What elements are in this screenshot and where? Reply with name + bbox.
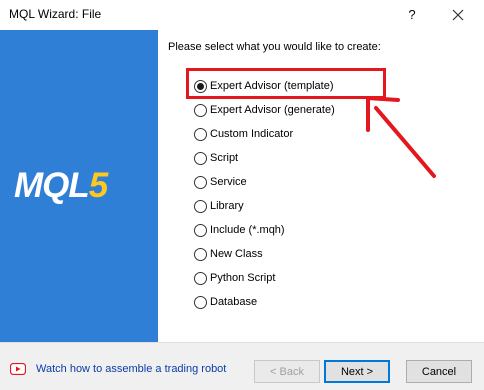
option-label: Custom Indicator — [210, 128, 294, 140]
option-label: Expert Advisor (generate) — [210, 104, 335, 116]
radio-button[interactable] — [194, 151, 207, 165]
logo-accent-text: 5 — [88, 166, 108, 205]
title-bar: MQL Wizard: File ? — [0, 0, 484, 30]
window-title: MQL Wizard: File — [9, 7, 102, 21]
option-library[interactable]: Library — [194, 197, 244, 215]
youtube-icon[interactable] — [10, 363, 26, 375]
option-label: Python Script — [210, 272, 276, 284]
option-label: Include (*.mqh) — [210, 224, 285, 236]
radio-button[interactable] — [194, 271, 207, 285]
mql5-logo: MQL5 — [14, 166, 108, 206]
highlight-box — [186, 68, 386, 99]
radio-button[interactable] — [194, 103, 207, 117]
mql5-banner: MQL5 — [0, 30, 158, 342]
wizard-footer: Watch how to assemble a trading robot < … — [0, 342, 484, 390]
cancel-button[interactable]: Cancel — [406, 360, 472, 383]
close-icon — [452, 9, 464, 21]
option-include[interactable]: Include (*.mqh) — [194, 221, 285, 239]
logo-main-text: MQL — [14, 166, 90, 205]
option-label: Library — [210, 200, 244, 212]
radio-button[interactable] — [194, 175, 207, 189]
radio-button[interactable] — [194, 295, 207, 309]
radio-button[interactable] — [194, 223, 207, 237]
tutorial-link[interactable]: Watch how to assemble a trading robot — [36, 363, 226, 375]
option-label: New Class — [210, 248, 263, 260]
option-python-script[interactable]: Python Script — [194, 269, 275, 287]
next-button[interactable]: Next > — [324, 360, 390, 383]
option-script[interactable]: Script — [194, 149, 238, 167]
option-service[interactable]: Service — [194, 173, 247, 191]
selection-prompt: Please select what you would like to cre… — [168, 41, 381, 53]
close-button[interactable] — [446, 3, 470, 27]
option-new-class[interactable]: New Class — [194, 245, 263, 263]
option-database[interactable]: Database — [194, 293, 257, 311]
radio-button[interactable] — [194, 247, 207, 261]
option-custom-indicator[interactable]: Custom Indicator — [194, 125, 293, 143]
option-expert-advisor-generate[interactable]: Expert Advisor (generate) — [194, 101, 335, 119]
option-label: Service — [210, 176, 247, 188]
red-arrow-annotation — [366, 96, 436, 178]
radio-button[interactable] — [194, 199, 207, 213]
back-button[interactable]: < Back — [254, 360, 320, 383]
radio-button[interactable] — [194, 127, 207, 141]
option-label: Script — [210, 152, 239, 164]
option-label: Database — [210, 296, 258, 308]
help-button[interactable]: ? — [400, 3, 424, 27]
